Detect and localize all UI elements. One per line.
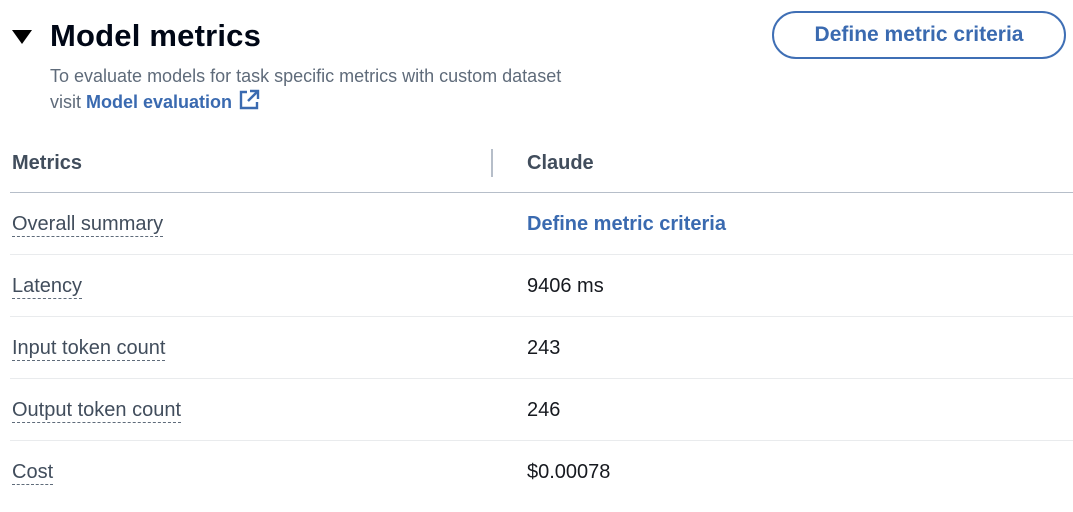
metric-value-latency: 9406 ms bbox=[527, 275, 604, 297]
column-resizer[interactable] bbox=[491, 149, 493, 177]
metric-value-output-token-count: 246 bbox=[527, 399, 561, 421]
section-title: Model metrics bbox=[50, 18, 262, 53]
caret-down-icon[interactable] bbox=[12, 30, 32, 44]
metric-value-cost: $0.00078 bbox=[527, 461, 611, 483]
table-row: Cost $0.00078 bbox=[10, 441, 1073, 502]
table-row: Overall summary Define metric criteria bbox=[10, 193, 1073, 255]
table-row: Latency 9406 ms bbox=[10, 255, 1073, 317]
metric-label-output-token-count[interactable]: Output token count bbox=[12, 399, 182, 423]
description-line-1: To evaluate models for task specific met… bbox=[50, 66, 562, 86]
model-evaluation-link[interactable]: Model evaluation bbox=[86, 92, 232, 112]
table-row: Input token count 243 bbox=[10, 317, 1073, 379]
metric-value-input-token-count: 243 bbox=[527, 337, 561, 359]
metric-label-overall-summary[interactable]: Overall summary bbox=[12, 213, 164, 237]
section-toggle[interactable]: Model metrics bbox=[12, 18, 261, 54]
description-line-2: visit Model evaluation bbox=[50, 89, 561, 118]
metrics-table: Metrics Claude Overall summary Define me… bbox=[10, 140, 1073, 502]
metric-label-input-token-count[interactable]: Input token count bbox=[12, 337, 166, 361]
description-prefix: visit bbox=[50, 92, 81, 112]
external-link-icon[interactable] bbox=[238, 89, 260, 118]
table-row: Output token count 246 bbox=[10, 379, 1073, 441]
metric-label-latency[interactable]: Latency bbox=[12, 275, 83, 299]
define-metric-criteria-button[interactable]: Define metric criteria bbox=[772, 11, 1066, 59]
column-header-model: Claude bbox=[527, 152, 594, 174]
section-description: To evaluate models for task specific met… bbox=[50, 64, 561, 118]
column-header-metrics: Metrics bbox=[12, 152, 83, 174]
metric-label-cost[interactable]: Cost bbox=[12, 461, 54, 485]
define-metric-criteria-link[interactable]: Define metric criteria bbox=[527, 213, 726, 235]
table-header: Metrics Claude bbox=[10, 140, 1073, 193]
